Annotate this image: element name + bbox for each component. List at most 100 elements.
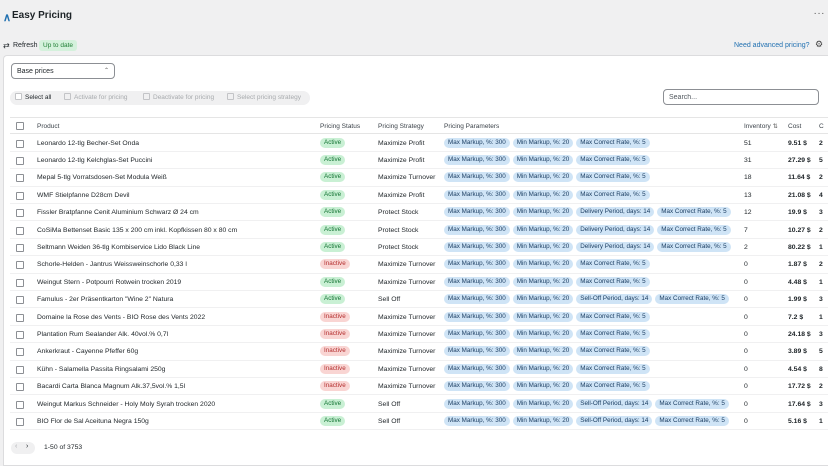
- param-chip[interactable]: Min Markup, %: 20: [512, 241, 574, 252]
- param-chip[interactable]: Max Correct Rate, %: 5: [655, 294, 729, 305]
- param-chip[interactable]: Max Markup, %: 300: [444, 398, 510, 409]
- strategy-value[interactable]: Maximize Turnover: [378, 261, 435, 268]
- param-chip[interactable]: Max Correct Rate, %: 5: [657, 224, 731, 235]
- param-chip[interactable]: Max Correct Rate, %: 5: [655, 415, 729, 426]
- param-chip[interactable]: Max Markup, %: 300: [444, 224, 510, 235]
- deactivate-button[interactable]: Deactivate for pricing: [143, 93, 214, 103]
- param-chip[interactable]: Max Markup, %: 300: [444, 328, 510, 339]
- param-chip[interactable]: Delivery Period, days: 14: [576, 224, 655, 235]
- strategy-value[interactable]: Maximize Turnover: [378, 331, 435, 338]
- row-checkbox[interactable]: [16, 313, 24, 322]
- strategy-value[interactable]: Protect Stock: [378, 244, 418, 251]
- param-chip[interactable]: Max Correct Rate, %: 5: [576, 259, 650, 270]
- param-chip[interactable]: Min Markup, %: 20: [512, 154, 574, 165]
- param-chip[interactable]: Max Correct Rate, %: 5: [576, 346, 650, 357]
- param-chip[interactable]: Min Markup, %: 20: [512, 328, 574, 339]
- row-checkbox[interactable]: [16, 278, 24, 287]
- table-row[interactable]: Domaine la Rose des Vents - BIO Rose des…: [10, 309, 828, 326]
- col-c[interactable]: C: [819, 123, 824, 130]
- product-name[interactable]: Plantation Rum Sealander Alk. 40vol.% 0,…: [37, 331, 312, 338]
- status-badge[interactable]: Active: [320, 241, 346, 252]
- strategy-value[interactable]: Sell Off: [378, 401, 400, 408]
- strategy-value[interactable]: Maximize Profit: [378, 140, 424, 147]
- product-name[interactable]: Bacardi Carta Blanca Magnum Alk.37,5vol.…: [37, 383, 312, 390]
- status-badge[interactable]: Active: [320, 172, 346, 183]
- strategy-value[interactable]: Maximize Turnover: [378, 348, 435, 355]
- status-badge[interactable]: Inactive: [320, 363, 350, 374]
- param-chip[interactable]: Min Markup, %: 20: [512, 381, 574, 392]
- table-row[interactable]: Fissler Bratpfanne Cenit Aluminium Schwa…: [10, 204, 828, 222]
- row-checkbox[interactable]: [16, 365, 24, 374]
- param-chip[interactable]: Max Markup, %: 300: [444, 346, 510, 357]
- status-badge[interactable]: Inactive: [320, 381, 350, 392]
- param-chip[interactable]: Max Markup, %: 300: [444, 154, 510, 165]
- table-row[interactable]: Leonardo 12-tlg Kelchglas-Set Puccini Act…: [10, 152, 828, 170]
- strategy-value[interactable]: Protect Stock: [378, 209, 418, 216]
- row-checkbox[interactable]: [16, 243, 24, 252]
- search-input[interactable]: [663, 89, 819, 105]
- param-chip[interactable]: Max Markup, %: 300: [444, 207, 510, 218]
- row-checkbox[interactable]: [16, 330, 24, 339]
- row-checkbox[interactable]: [16, 383, 24, 392]
- product-name[interactable]: Famulus - 2er Präsentkarton "Wine 2" Nat…: [37, 296, 312, 303]
- col-product[interactable]: Product: [37, 123, 59, 130]
- param-chip[interactable]: Max Correct Rate, %: 5: [657, 241, 731, 252]
- param-chip[interactable]: Max Markup, %: 300: [444, 241, 510, 252]
- strategy-value[interactable]: Maximize Profit: [378, 157, 424, 164]
- param-chip[interactable]: Max Correct Rate, %: 5: [576, 363, 650, 374]
- col-cost[interactable]: Cost: [788, 123, 801, 130]
- param-chip[interactable]: Min Markup, %: 20: [512, 189, 574, 200]
- param-chip[interactable]: Sell-Off Period, days: 14: [576, 415, 653, 426]
- table-row[interactable]: Kühn - Salamella Passita Ringsalami 250g…: [10, 361, 828, 379]
- param-chip[interactable]: Max Correct Rate, %: 5: [576, 154, 650, 165]
- param-chip[interactable]: Max Correct Rate, %: 5: [576, 172, 650, 183]
- strategy-value[interactable]: Maximize Turnover: [378, 314, 435, 321]
- param-chip[interactable]: Max Markup, %: 300: [444, 189, 510, 200]
- table-row[interactable]: Mepal 5-tlg Vorratsdosen-Set Modula Weiß…: [10, 169, 828, 187]
- strategy-value[interactable]: Maximize Turnover: [378, 383, 435, 390]
- product-name[interactable]: BIO Flor de Sal Aceituna Negra 150g: [37, 418, 312, 425]
- refresh-icon[interactable]: ⇄: [3, 41, 10, 50]
- status-badge[interactable]: Inactive: [320, 328, 350, 339]
- param-chip[interactable]: Min Markup, %: 20: [512, 276, 574, 287]
- table-row[interactable]: CoSiMa Bettenset Basic 135 x 200 cm inkl…: [10, 222, 828, 239]
- product-name[interactable]: Mepal 5-tlg Vorratsdosen-Set Modula Weiß: [37, 174, 312, 181]
- strategy-value[interactable]: Maximize Turnover: [378, 174, 435, 181]
- param-chip[interactable]: Max Markup, %: 300: [444, 311, 510, 322]
- col-pricing-parameters[interactable]: Pricing Parameters: [444, 123, 499, 130]
- param-chip[interactable]: Min Markup, %: 20: [512, 398, 574, 409]
- param-chip[interactable]: Min Markup, %: 20: [512, 363, 574, 374]
- col-pricing-strategy[interactable]: Pricing Strategy: [378, 123, 424, 130]
- param-chip[interactable]: Max Correct Rate, %: 5: [576, 311, 650, 322]
- param-chip[interactable]: Max Correct Rate, %: 5: [576, 276, 650, 287]
- product-name[interactable]: WMF Stielpfanne D28cm Devil: [37, 192, 312, 199]
- table-row[interactable]: Schorle-Helden - Jantrus Weissweinschorl…: [10, 256, 828, 274]
- refresh-button[interactable]: Refresh: [13, 42, 38, 49]
- col-pricing-status[interactable]: Pricing Status: [320, 123, 360, 130]
- param-chip[interactable]: Min Markup, %: 20: [512, 207, 574, 218]
- status-badge[interactable]: Active: [320, 207, 346, 218]
- status-badge[interactable]: Active: [320, 224, 346, 235]
- param-chip[interactable]: Min Markup, %: 20: [512, 311, 574, 322]
- row-checkbox[interactable]: [16, 348, 24, 357]
- row-checkbox[interactable]: [16, 261, 24, 270]
- param-chip[interactable]: Max Correct Rate, %: 5: [576, 189, 650, 200]
- status-badge[interactable]: Inactive: [320, 346, 350, 357]
- table-row[interactable]: Leonardo 12-tlg Becher-Set Onda Active Max…: [10, 135, 828, 152]
- param-chip[interactable]: Min Markup, %: 20: [512, 415, 574, 426]
- product-name[interactable]: Weingut Stern - Potpourri Rotwein trocke…: [37, 279, 312, 286]
- row-checkbox[interactable]: [16, 209, 24, 218]
- param-chip[interactable]: Max Markup, %: 300: [444, 363, 510, 374]
- param-chip[interactable]: Max Correct Rate, %: 5: [576, 328, 650, 339]
- strategy-value[interactable]: Maximize Turnover: [378, 279, 435, 286]
- row-checkbox[interactable]: [16, 400, 24, 409]
- status-badge[interactable]: Active: [320, 137, 346, 148]
- table-row[interactable]: Weingut Markus Schneider - Holy Moly Syr…: [10, 396, 828, 413]
- param-chip[interactable]: Sell-Off Period, days: 14: [576, 398, 653, 409]
- activate-button[interactable]: Activate for pricing: [64, 93, 127, 103]
- strategy-value[interactable]: Sell Off: [378, 296, 400, 303]
- advanced-pricing-link[interactable]: Need advanced pricing?: [734, 42, 810, 49]
- table-row[interactable]: WMF Stielpfanne D28cm Devil Active Maximiz…: [10, 187, 828, 205]
- row-checkbox[interactable]: [16, 417, 24, 426]
- param-chip[interactable]: Max Correct Rate, %: 5: [657, 207, 731, 218]
